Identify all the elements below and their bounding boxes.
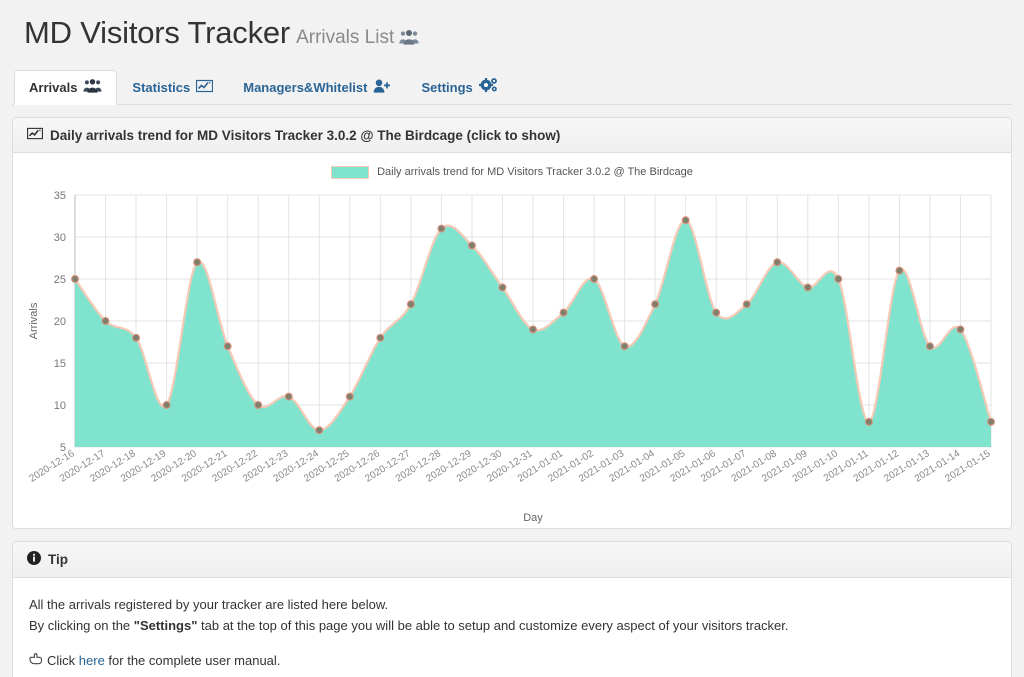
legend-label: Daily arrivals trend for MD Visitors Tra… — [377, 166, 693, 178]
pointing-hand-icon — [29, 650, 43, 671]
tab-settings-label: Settings — [421, 79, 473, 95]
data-point[interactable] — [712, 308, 721, 317]
data-point[interactable] — [956, 325, 965, 334]
data-point[interactable] — [193, 258, 202, 267]
data-point[interactable] — [559, 308, 568, 317]
tab-statistics[interactable]: Statistics — [117, 70, 228, 105]
tab-settings[interactable]: Settings — [406, 69, 512, 105]
data-point[interactable] — [803, 283, 812, 292]
tip-line-2-part1: By clicking on the — [29, 618, 134, 633]
page-header: MD Visitors Tracker Arrivals List — [0, 0, 1024, 62]
page-subtitle: Arrivals List — [296, 27, 419, 48]
chart-panel-header[interactable]: Daily arrivals trend for MD Visitors Tra… — [13, 118, 1011, 153]
data-point[interactable] — [864, 417, 873, 426]
data-point[interactable] — [406, 300, 415, 309]
y-axis-title: Arrivals — [28, 302, 40, 339]
page-title: MD Visitors Tracker Arrivals List — [24, 14, 1024, 59]
tip-line-3-part2: for the complete user manual. — [104, 653, 281, 668]
data-point[interactable] — [437, 224, 446, 233]
gears-icon — [478, 78, 498, 97]
tab-arrivals-label: Arrivals — [29, 80, 78, 95]
line-chart-icon — [27, 127, 43, 143]
data-point[interactable] — [376, 333, 385, 342]
data-point[interactable] — [529, 325, 537, 334]
y-tick-label: 15 — [54, 358, 66, 370]
y-tick-label: 30 — [54, 232, 66, 244]
data-point[interactable] — [467, 241, 476, 250]
user-manual-link[interactable]: here — [79, 653, 105, 668]
tab-managers-whitelist-label: Managers&Whitelist — [243, 80, 368, 95]
y-tick-label: 35 — [54, 190, 66, 202]
y-tick-label: 25 — [54, 274, 66, 286]
data-point[interactable] — [132, 333, 141, 342]
data-point[interactable] — [345, 392, 354, 401]
data-point[interactable] — [651, 300, 660, 309]
chart-panel: Daily arrivals trend for MD Visitors Tra… — [12, 117, 1012, 529]
page-title-text: MD Visitors Tracker — [24, 15, 291, 50]
data-point[interactable] — [925, 342, 934, 351]
data-point[interactable] — [284, 392, 293, 401]
data-point[interactable] — [223, 342, 232, 351]
page-subtitle-text: Arrivals List — [296, 27, 395, 48]
info-circle-icon — [27, 551, 41, 568]
data-point[interactable] — [498, 283, 507, 292]
tip-panel-title: Tip — [48, 552, 68, 567]
data-point[interactable] — [590, 275, 599, 283]
tip-spacer — [29, 636, 995, 650]
data-point[interactable] — [987, 417, 995, 426]
tab-arrivals[interactable]: Arrivals — [14, 70, 118, 105]
tip-line-3: Click here for the complete user manual. — [29, 650, 995, 671]
line-chart-icon — [196, 79, 214, 97]
data-point[interactable] — [895, 266, 904, 275]
tip-line-2: By clicking on the "Settings" tab at the… — [29, 615, 995, 636]
data-point[interactable] — [162, 401, 171, 409]
data-point[interactable] — [254, 401, 263, 409]
data-point[interactable] — [681, 216, 690, 225]
tip-line-2-part2: tab at the top of this page you will be … — [197, 618, 789, 633]
legend-swatch — [331, 165, 370, 179]
chart-legend: Daily arrivals trend for MD Visitors Tra… — [23, 159, 1001, 185]
users-group-icon — [399, 29, 419, 50]
data-point[interactable] — [620, 342, 629, 351]
chart-container: Daily arrivals trend for MD Visitors Tra… — [13, 153, 1011, 528]
tip-line-1: All the arrivals registered by your trac… — [29, 597, 389, 612]
data-point[interactable] — [71, 275, 79, 283]
user-plus-icon — [373, 79, 391, 97]
y-tick-label: 20 — [54, 316, 66, 328]
tip-line-3-part1: Click — [47, 653, 79, 668]
tip-panel-header: Tip — [13, 542, 1011, 578]
tip-panel-body: All the arrivals registered by your trac… — [13, 578, 1011, 677]
data-point[interactable] — [101, 317, 110, 325]
chart-panel-body: Daily arrivals trend for MD Visitors Tra… — [13, 153, 1011, 528]
x-axis-title: Day — [523, 512, 543, 524]
tab-managers-whitelist[interactable]: Managers&Whitelist — [228, 70, 406, 105]
tip-line-2-settings: "Settings" — [133, 618, 198, 633]
users-group-icon — [83, 79, 102, 97]
page-root: MD Visitors Tracker Arrivals List Arrival… — [0, 0, 1024, 677]
tab-statistics-label: Statistics — [132, 80, 191, 95]
data-point[interactable] — [742, 300, 751, 309]
tab-bar: Arrivals Statistics Managers&Whitelist S… — [12, 69, 1012, 105]
data-point[interactable] — [315, 426, 324, 435]
arrivals-area-chart: 51015202530352020-12-162020-12-172020-12… — [27, 190, 995, 524]
chart-panel-title: Daily arrivals trend for MD Visitors Tra… — [50, 127, 561, 143]
data-point[interactable] — [834, 275, 843, 283]
data-point[interactable] — [773, 258, 782, 267]
tip-panel: Tip All the arrivals registered by your … — [12, 541, 1012, 677]
y-tick-label: 10 — [54, 400, 66, 412]
